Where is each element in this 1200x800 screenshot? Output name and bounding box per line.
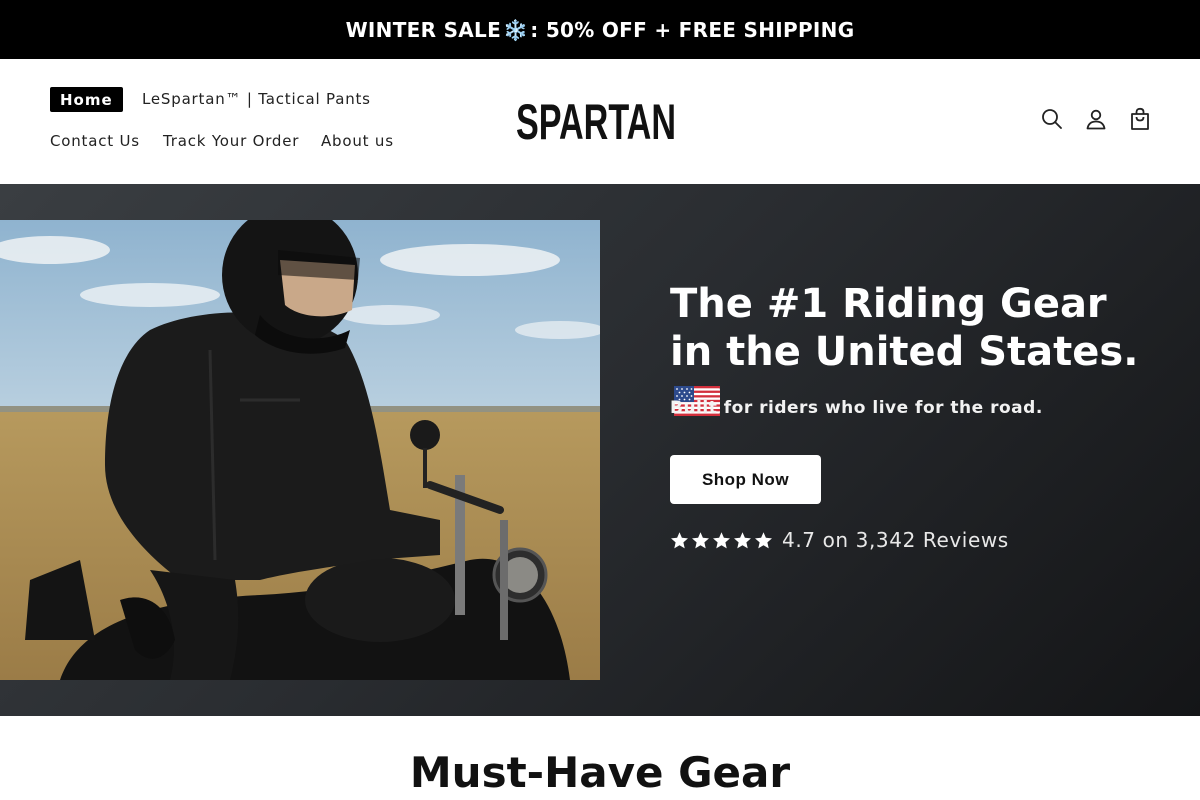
star-icon bbox=[734, 531, 751, 548]
section-title: Must-Have Gear bbox=[409, 748, 791, 797]
star-icon bbox=[692, 531, 709, 548]
nav-contact-us[interactable]: Contact Us bbox=[50, 132, 140, 150]
hero-title-text: The #1 Riding Gear in the United States. bbox=[670, 281, 1139, 375]
star-rating bbox=[670, 531, 773, 550]
rating-text: 4.7 on 3,342 Reviews bbox=[782, 528, 1009, 552]
nav-home[interactable]: Home bbox=[50, 87, 123, 112]
logo-text: SPARTAN bbox=[516, 96, 676, 146]
cart-icon[interactable] bbox=[1128, 107, 1152, 131]
star-icon bbox=[755, 531, 772, 548]
nav-lespartan-tactical-pants[interactable]: LeSpartan™ | Tactical Pants bbox=[142, 90, 371, 108]
announcement-bar: WINTER SALE ❄️ : 50% OFF + FREE SHIPPING bbox=[0, 0, 1200, 59]
nav-track-your-order[interactable]: Track Your Order bbox=[163, 132, 299, 150]
shop-now-button[interactable]: Shop Now bbox=[670, 455, 821, 504]
star-icon bbox=[713, 531, 730, 548]
snowflake-icon: ❄️ bbox=[503, 17, 529, 42]
announcement-text-end: : 50% OFF + FREE SHIPPING bbox=[530, 17, 855, 42]
hero-section: The #1 Riding Gear in the United States.… bbox=[0, 184, 1200, 716]
nav-about-us[interactable]: About us bbox=[321, 132, 394, 150]
search-icon[interactable] bbox=[1040, 107, 1064, 131]
account-icon[interactable] bbox=[1084, 107, 1108, 131]
site-header: Home LeSpartan™ | Tactical Pants Contact… bbox=[0, 59, 1200, 184]
reviews-rating[interactable]: 4.7 on 3,342 Reviews bbox=[670, 528, 1009, 552]
hero-subtitle: Built for riders who live for the road. bbox=[670, 398, 1043, 418]
star-icon bbox=[671, 531, 688, 548]
announcement-text-start: WINTER SALE bbox=[345, 17, 502, 42]
spartan-logo[interactable]: SPARTAN bbox=[515, 96, 677, 146]
hero-rider-image bbox=[0, 220, 600, 680]
